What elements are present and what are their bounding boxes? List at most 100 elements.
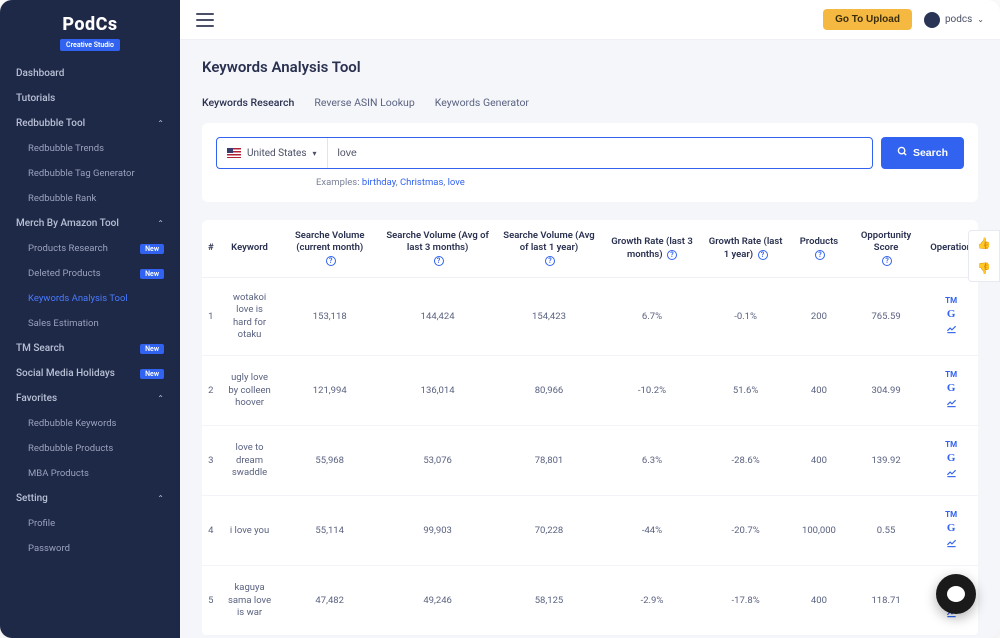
- op-tm-icon[interactable]: TM: [945, 296, 957, 305]
- chevron-up-icon: ⌃: [157, 219, 164, 228]
- op-google-icon[interactable]: G: [947, 452, 956, 464]
- table-row: 3love to dream swaddle55,96853,07678,801…: [202, 426, 978, 496]
- nav-deleted-products[interactable]: Deleted ProductsNew: [0, 261, 180, 286]
- op-tm-icon[interactable]: TM: [945, 370, 957, 379]
- chat-bubble-icon[interactable]: [936, 574, 976, 614]
- cell-growth-1y: -20.7%: [701, 496, 790, 566]
- op-google-icon[interactable]: G: [947, 382, 956, 394]
- cell-operation: TM G: [924, 356, 978, 426]
- feedback-float: 👍 👎: [968, 230, 1000, 282]
- cell-products: 400: [790, 426, 848, 496]
- help-icon[interactable]: ?: [667, 250, 677, 260]
- op-tm-icon[interactable]: TM: [945, 510, 957, 519]
- chevron-down-icon: ⌄: [977, 15, 984, 24]
- nav-mba-products[interactable]: MBA Products: [0, 461, 180, 486]
- op-google-icon[interactable]: G: [947, 522, 956, 534]
- nav-redbubble-trends[interactable]: Redbubble Trends: [0, 136, 180, 161]
- search-input[interactable]: [328, 138, 872, 168]
- results-table: # Keyword Searche Volume (current month)…: [202, 220, 978, 636]
- nav-redbubble-products[interactable]: Redbubble Products: [0, 436, 180, 461]
- cell-vol-1y: 78,801: [495, 426, 603, 496]
- topbar: Go To Upload podcs ⌄: [180, 0, 1000, 40]
- country-select[interactable]: United States ▾: [217, 138, 328, 168]
- avatar: [924, 12, 940, 28]
- nav-sales-estimation[interactable]: Sales Estimation: [0, 311, 180, 336]
- op-chart-icon[interactable]: [946, 323, 957, 337]
- nav-products-research[interactable]: Products ResearchNew: [0, 236, 180, 261]
- nav-dashboard[interactable]: Dashboard: [0, 61, 180, 86]
- cell-growth-1y: -28.6%: [701, 426, 790, 496]
- cell-opportunity: 0.55: [848, 496, 924, 566]
- cell-opportunity: 118.71: [848, 566, 924, 636]
- table-row: 2ugly love by colleen hoover121,994136,0…: [202, 356, 978, 426]
- nav-favorites[interactable]: Favorites⌃: [0, 386, 180, 411]
- cell-operation: TM G: [924, 278, 978, 356]
- nav-password[interactable]: Password: [0, 536, 180, 561]
- help-icon[interactable]: ?: [545, 256, 555, 266]
- op-google-icon[interactable]: G: [947, 308, 956, 320]
- tab-reverse-asin[interactable]: Reverse ASIN Lookup: [314, 92, 414, 113]
- cell-keyword: wotakoi love is hard for otaku: [220, 278, 280, 356]
- cell-vol-1y: 154,423: [495, 278, 603, 356]
- cell-vol-current: 55,968: [279, 426, 380, 496]
- cell-vol-3m: 144,424: [380, 278, 495, 356]
- go-to-upload-button[interactable]: Go To Upload: [823, 9, 912, 30]
- cell-growth-3m: -44%: [603, 496, 701, 566]
- op-chart-icon[interactable]: [946, 467, 957, 481]
- nav-keywords-analysis[interactable]: Keywords Analysis Tool: [0, 286, 180, 311]
- page-title: Keywords Analysis Tool: [202, 58, 978, 76]
- user-menu[interactable]: podcs ⌄: [924, 12, 984, 28]
- cell-keyword: i love you: [220, 496, 280, 566]
- logo-subtitle: Creative Studio: [60, 39, 120, 51]
- help-icon[interactable]: ?: [882, 256, 892, 266]
- help-icon[interactable]: ?: [434, 256, 444, 266]
- help-icon[interactable]: ?: [815, 250, 825, 260]
- op-chart-icon[interactable]: [946, 537, 957, 551]
- nav-tutorials[interactable]: Tutorials: [0, 86, 180, 111]
- cell-num: 4: [202, 496, 220, 566]
- nav-merch-tool[interactable]: Merch By Amazon Tool⌃: [0, 211, 180, 236]
- cell-num: 2: [202, 356, 220, 426]
- cell-vol-3m: 99,903: [380, 496, 495, 566]
- thumbs-up-icon[interactable]: 👍: [969, 231, 999, 256]
- table-row: 4i love you55,11499,90370,228-44%-20.7%1…: [202, 496, 978, 566]
- col-opportunity: Opportunity Score?: [848, 220, 924, 278]
- cell-vol-3m: 53,076: [380, 426, 495, 496]
- thumbs-down-icon[interactable]: 👎: [969, 256, 999, 281]
- example-link[interactable]: Christmas: [400, 177, 443, 188]
- hamburger-icon[interactable]: [196, 13, 214, 27]
- tab-keywords-research[interactable]: Keywords Research: [202, 92, 294, 113]
- main-content: Go To Upload podcs ⌄ Keywords Analysis T…: [180, 0, 1000, 638]
- op-chart-icon[interactable]: [946, 397, 957, 411]
- cell-keyword: kaguya sama love is war: [220, 566, 280, 636]
- cell-products: 400: [790, 566, 848, 636]
- col-vol-3m: Searche Volume (Avg of last 3 months)?: [380, 220, 495, 278]
- flag-us-icon: [227, 148, 241, 158]
- nav-redbubble-rank[interactable]: Redbubble Rank: [0, 186, 180, 211]
- op-tm-icon[interactable]: TM: [945, 440, 957, 449]
- cell-growth-3m: -10.2%: [603, 356, 701, 426]
- search-button[interactable]: Search: [881, 137, 964, 169]
- cell-vol-1y: 80,966: [495, 356, 603, 426]
- col-vol-current: Searche Volume (current month)?: [279, 220, 380, 278]
- nav-setting[interactable]: Setting⌃: [0, 486, 180, 511]
- nav-redbubble-tool[interactable]: Redbubble Tool⌃: [0, 111, 180, 136]
- tab-keywords-generator[interactable]: Keywords Generator: [435, 92, 529, 113]
- cell-keyword: love to dream swaddle: [220, 426, 280, 496]
- nav-tm-search[interactable]: TM SearchNew: [0, 336, 180, 361]
- example-link[interactable]: birthday: [362, 177, 396, 188]
- search-card: United States ▾ Search Examples: bir: [202, 123, 978, 202]
- help-icon[interactable]: ?: [758, 250, 768, 260]
- example-link[interactable]: love: [448, 177, 465, 188]
- new-badge: New: [140, 369, 164, 379]
- chevron-up-icon: ⌃: [157, 119, 164, 128]
- cell-growth-3m: 6.3%: [603, 426, 701, 496]
- nav-redbubble-keywords[interactable]: Redbubble Keywords: [0, 411, 180, 436]
- nav-redbubble-tag-generator[interactable]: Redbubble Tag Generator: [0, 161, 180, 186]
- cell-vol-current: 47,482: [279, 566, 380, 636]
- nav-social-media[interactable]: Social Media HolidaysNew: [0, 361, 180, 386]
- nav-profile[interactable]: Profile: [0, 511, 180, 536]
- examples: Examples: birthday, Christmas, love: [216, 177, 964, 188]
- cell-vol-1y: 70,228: [495, 496, 603, 566]
- help-icon[interactable]: ?: [326, 256, 336, 266]
